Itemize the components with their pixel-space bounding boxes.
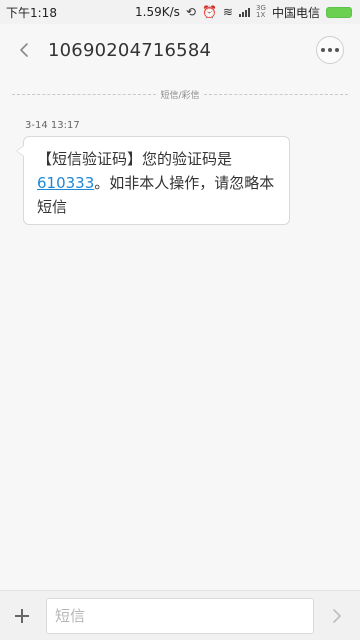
- verification-code-link[interactable]: 610333: [37, 174, 94, 192]
- send-button[interactable]: [324, 598, 350, 634]
- message-input[interactable]: [46, 597, 314, 634]
- sync-off-icon: ⟲: [185, 5, 196, 19]
- status-time: 下午1:18: [6, 5, 57, 20]
- status-right: 1.59K/s ⟲ ⏰ ≋ 3G 1X 中国电信: [135, 4, 352, 21]
- more-options-button[interactable]: [316, 36, 344, 64]
- conversation-title: 10690204716584: [48, 39, 212, 61]
- battery-icon: [326, 6, 352, 18]
- divider-line-left: [12, 93, 157, 95]
- add-attachment-button[interactable]: [8, 602, 36, 630]
- network-speed: 1.59K/s: [135, 5, 180, 19]
- divider-line-right: [203, 93, 349, 95]
- divider-label: 短信/彩信: [160, 90, 200, 101]
- alarm-icon: ⏰: [201, 5, 217, 19]
- conversation-header: 10690204716584: [0, 24, 360, 76]
- signal-icon: [238, 7, 250, 17]
- chevron-right-icon: [333, 608, 341, 623]
- message-bubble[interactable]: 【短信验证码】您的验证码是610333。如非本人操作，请忽略本短信: [16, 136, 290, 225]
- back-button[interactable]: [14, 40, 34, 60]
- compose-bar: [0, 590, 360, 640]
- message-type-divider: 短信/彩信: [12, 88, 349, 101]
- plus-icon: [15, 608, 29, 623]
- chevron-left-icon: [20, 43, 28, 57]
- message-text-before: 【短信验证码】您的验证码是: [37, 150, 233, 168]
- network-type: 3G 1X: [255, 4, 266, 19]
- message-timestamp: 3-14 13:17: [25, 120, 80, 131]
- bubble-tail: [16, 145, 24, 157]
- status-bar: 下午1:18 1.59K/s ⟲ ⏰ ≋ 3G 1X 中国电信: [0, 0, 360, 24]
- carrier-name: 中国电信: [271, 5, 320, 20]
- wifi-icon: ≋: [222, 5, 233, 19]
- more-horizontal-icon: [321, 48, 339, 52]
